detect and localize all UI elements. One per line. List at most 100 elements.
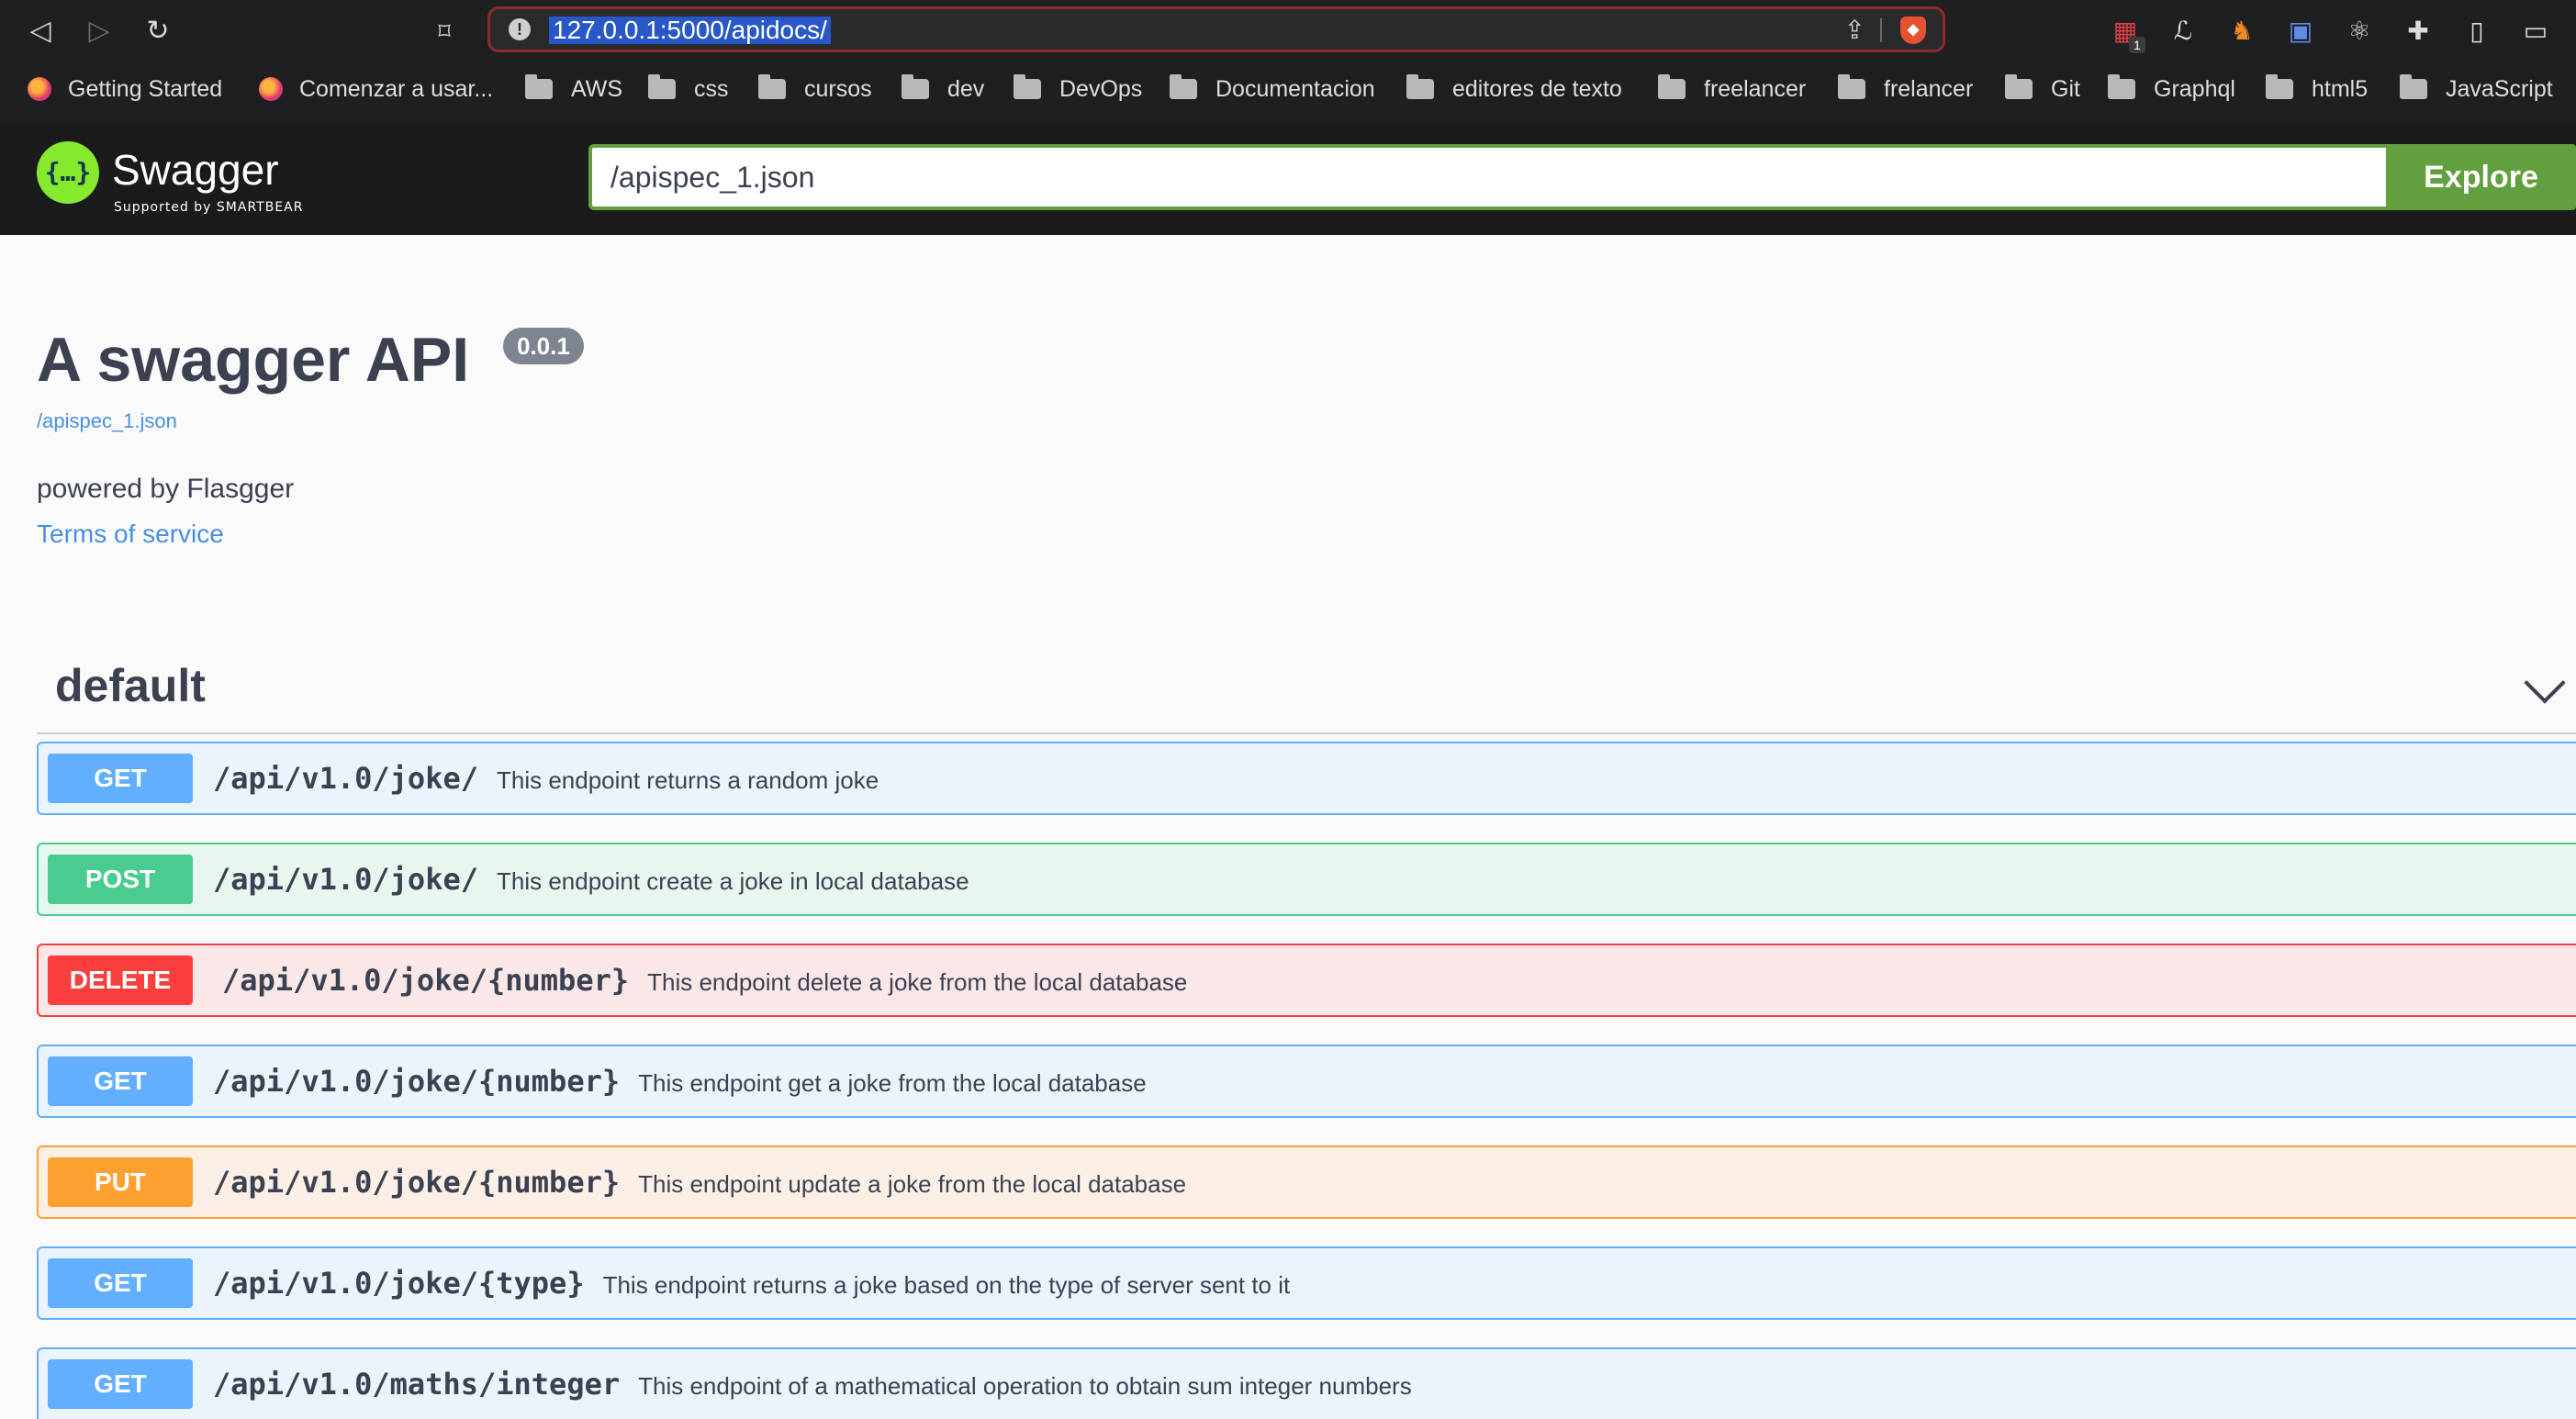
operation-path: /api/v1.0/joke/{number}: [222, 963, 630, 998]
version-badge: 0.0.1: [503, 328, 584, 364]
extension-badge: 1: [2129, 37, 2145, 53]
folder-icon: [1014, 74, 1041, 99]
google-translate-icon[interactable]: ▣: [2284, 15, 2317, 48]
folder-icon: [1406, 74, 1434, 99]
bookmark-folder-css[interactable]: css: [648, 62, 729, 125]
operation-summary: /api/v1.0/joke/{number} This endpoint get…: [213, 1056, 1147, 1106]
explore-button[interactable]: Explore: [2386, 144, 2576, 210]
operation-get-joke[interactable]: GET /api/v1.0/joke/This endpoint returns…: [37, 742, 2576, 815]
operation-path: /api/v1.0/joke/: [213, 862, 478, 897]
bookmarks-bar: Getting Started Comenzar a usar... AWS c…: [0, 62, 2576, 126]
share-icon[interactable]: ⇪: [1844, 15, 1865, 45]
firefox-icon: [259, 77, 283, 101]
bookmark-folder-cursos[interactable]: cursos: [758, 62, 872, 125]
operation-get-joke-number[interactable]: GET /api/v1.0/joke/{number} This endpoint…: [37, 1045, 2576, 1118]
reload-icon[interactable]: ↻: [140, 13, 176, 50]
bookmark-folder-html5[interactable]: html5: [2266, 62, 2368, 125]
operation-description: This endpoint returns a random joke: [496, 766, 879, 794]
extension-translate-icon[interactable]: ℒ: [2167, 15, 2200, 48]
browser-toolbar: ◁ ▷ ↻ ⌑ ! 127.0.0.1:5000/apidocs/ ⇪ ◆ ▦ …: [0, 0, 2576, 62]
extension-notification-icon[interactable]: ▦ 1: [2109, 15, 2145, 53]
operation-delete-joke-number[interactable]: DELETE /api/v1.0/joke/{number} This endpo…: [37, 944, 2576, 1017]
operation-description: This endpoint update a joke from the loc…: [638, 1170, 1187, 1198]
bookmark-label: DevOps: [1059, 76, 1143, 102]
operation-summary: /api/v1.0/joke/{number} This endpoint del…: [222, 955, 1187, 1005]
method-badge: GET: [48, 1359, 193, 1409]
operation-get-maths-integer[interactable]: GET /api/v1.0/maths/integer This endpoint…: [37, 1347, 2576, 1419]
folder-icon: [1838, 74, 1865, 99]
bookmark-icon[interactable]: ⌑: [426, 13, 463, 50]
spec-link[interactable]: /apispec_1.json: [37, 409, 177, 433]
bookmark-label: Getting Started: [68, 76, 223, 102]
bookmark-label: css: [694, 76, 729, 102]
bookmark-label: AWS: [571, 76, 623, 102]
terms-of-service-link[interactable]: Terms of service: [37, 520, 224, 549]
bookmark-folder-editores[interactable]: editores de texto: [1406, 62, 1622, 125]
bookmark-label: Comenzar a usar...: [299, 76, 494, 102]
bookmark-folder-documentacion[interactable]: Documentacion: [1170, 62, 1375, 125]
operation-get-joke-type[interactable]: GET /api/v1.0/joke/{type} This endpoint r…: [37, 1246, 2576, 1320]
api-description: powered by Flasgger: [37, 474, 295, 504]
operation-description: This endpoint delete a joke from the loc…: [647, 968, 1188, 996]
bookmark-folder-git[interactable]: Git: [2005, 62, 2080, 125]
method-badge: GET: [48, 754, 193, 803]
folder-icon: [2005, 74, 2033, 99]
react-devtools-icon[interactable]: ⚛: [2343, 15, 2376, 48]
bookmark-label: dev: [947, 76, 985, 102]
metamask-fox-icon[interactable]: ♞: [2225, 15, 2258, 48]
method-badge: GET: [48, 1056, 193, 1106]
operation-description: This endpoint returns a joke based on th…: [602, 1271, 1291, 1299]
folder-icon: [2108, 74, 2135, 99]
swagger-logo-text[interactable]: Swagger: [112, 145, 279, 195]
spec-url-input[interactable]: /apispec_1.json: [588, 144, 2386, 210]
swagger-logo-subtitle: Supported by SMARTBEAR: [114, 200, 304, 215]
extensions-puzzle-icon[interactable]: ✚: [2402, 15, 2435, 48]
method-badge: PUT: [48, 1157, 193, 1207]
site-info-icon[interactable]: !: [509, 18, 531, 40]
bookmark-label: JavaScript: [2446, 76, 2553, 102]
bookmark-folder-freelancer[interactable]: freelancer: [1658, 62, 1806, 125]
operation-path: /api/v1.0/joke/{number}: [213, 1064, 621, 1099]
bookmark-label: frelancer: [1884, 76, 1974, 102]
bookmark-folder-aws[interactable]: AWS: [525, 62, 622, 125]
bookmark-folder-dev[interactable]: dev: [902, 62, 984, 125]
bookmark-folder-javascript[interactable]: JavaScript: [2400, 62, 2553, 125]
wallet-icon[interactable]: ▭: [2519, 15, 2552, 48]
bookmark-folder-devops[interactable]: DevOps: [1014, 62, 1142, 125]
swagger-topbar: {…} Swagger Supported by SMARTBEAR /apis…: [0, 125, 2576, 235]
operation-description: This endpoint of a mathematical operatio…: [638, 1372, 1412, 1400]
bookmark-folder-frelancer[interactable]: frelancer: [1838, 62, 1973, 125]
operation-put-joke-number[interactable]: PUT /api/v1.0/joke/{number} This endpoint…: [37, 1145, 2576, 1219]
tag-section-default[interactable]: default: [37, 648, 2576, 734]
api-title: A swagger API: [37, 325, 470, 395]
url-divider: [1880, 18, 1882, 42]
method-badge: POST: [48, 855, 193, 904]
operation-description: This endpoint create a joke in local dat…: [496, 867, 969, 895]
url-text[interactable]: 127.0.0.1:5000/apidocs/: [549, 17, 831, 44]
firefox-icon: [28, 77, 51, 101]
operation-description: This endpoint get a joke from the local …: [638, 1069, 1147, 1097]
address-bar[interactable]: ! 127.0.0.1:5000/apidocs/ ⇪ ◆: [487, 6, 1945, 52]
folder-icon: [1170, 74, 1197, 99]
operation-summary: /api/v1.0/joke/This endpoint returns a r…: [213, 754, 879, 803]
bookmark-comenzar[interactable]: Comenzar a usar...: [259, 62, 493, 125]
bookmark-getting-started[interactable]: Getting Started: [28, 62, 222, 125]
folder-icon: [1658, 74, 1686, 99]
swagger-logo-icon[interactable]: {…}: [37, 141, 99, 204]
bookmark-folder-graphql[interactable]: Graphql: [2108, 62, 2235, 125]
bookmark-label: freelancer: [1704, 76, 1807, 102]
bookmark-label: Graphql: [2154, 76, 2235, 102]
operation-summary: /api/v1.0/joke/This endpoint create a jo…: [213, 855, 969, 904]
operation-summary: /api/v1.0/joke/{type} This endpoint retur…: [213, 1258, 1290, 1308]
operation-post-joke[interactable]: POST /api/v1.0/joke/This endpoint create…: [37, 843, 2576, 916]
bookmark-label: cursos: [804, 76, 872, 102]
folder-icon: [2400, 74, 2427, 99]
forward-icon[interactable]: ▷: [81, 13, 118, 50]
back-icon[interactable]: ◁: [22, 13, 59, 50]
brave-shields-icon[interactable]: ◆: [1900, 17, 1926, 44]
sidebar-toggle-icon[interactable]: ▯: [2460, 15, 2493, 48]
bookmark-label: Documentacion: [1215, 76, 1375, 102]
operation-summary: /api/v1.0/maths/integer This endpoint of …: [213, 1359, 1412, 1409]
chevron-down-icon[interactable]: [2524, 662, 2566, 704]
method-badge: DELETE: [48, 955, 193, 1005]
